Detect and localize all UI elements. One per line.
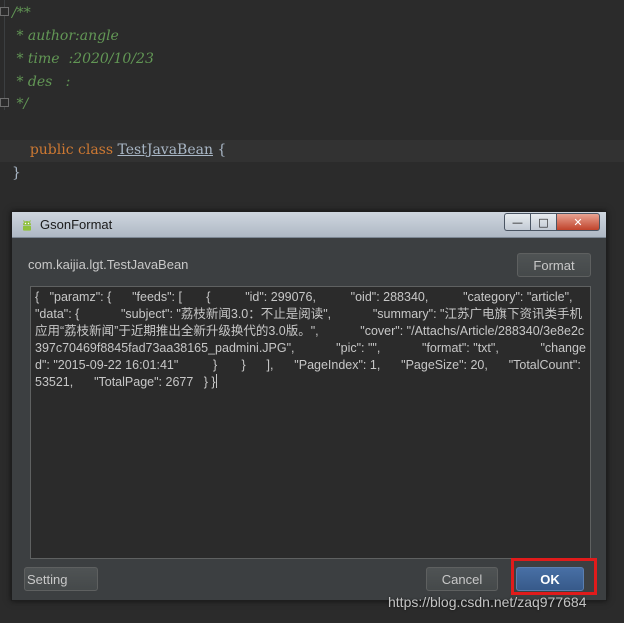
code-comment-line: * author:angle — [12, 28, 119, 44]
json-text: { "paramz": { "feeds": [ { "id": 299076,… — [35, 290, 586, 389]
dialog-titlebar[interactable]: GsonFormat — □ ✕ — [12, 212, 606, 238]
code-comment-line: /** — [12, 5, 31, 21]
class-declaration-line: public class TestJavaBean { — [12, 117, 227, 158]
minimize-button[interactable]: — — [504, 213, 530, 231]
window-controls: — □ ✕ — [504, 213, 600, 231]
class-name-token[interactable]: TestJavaBean — [117, 142, 213, 158]
code-comment-line: */ — [12, 96, 29, 112]
open-brace: { — [212, 142, 227, 158]
class-keyword: public class — [29, 142, 118, 158]
target-class-label: com.kaijia.lgt.TestJavaBean — [28, 257, 189, 272]
close-button[interactable]: ✕ — [556, 213, 600, 231]
code-comment-line: * des : — [12, 74, 71, 90]
ok-button[interactable]: OK — [516, 567, 584, 591]
fold-start-icon[interactable] — [0, 7, 9, 16]
fold-end-icon[interactable] — [0, 98, 9, 107]
close-brace: } — [12, 165, 21, 181]
cancel-button[interactable]: Cancel — [426, 567, 498, 591]
text-caret — [215, 374, 217, 388]
watermark-text: https://blog.csdn.net/zaq977684 — [388, 594, 587, 610]
android-icon — [23, 220, 31, 231]
json-input-textarea[interactable]: { "paramz": { "feeds": [ { "id": 299076,… — [30, 286, 591, 559]
setting-button[interactable]: Setting — [24, 567, 98, 591]
dialog-title: GsonFormat — [40, 217, 113, 232]
gsonformat-dialog: GsonFormat — □ ✕ com.kaijia.lgt.TestJava… — [11, 211, 607, 601]
fold-guide — [4, 0, 5, 110]
format-button[interactable]: Format — [517, 253, 591, 277]
maximize-button[interactable]: □ — [530, 213, 556, 231]
code-comment-line: * time :2020/10/23 — [12, 51, 154, 67]
